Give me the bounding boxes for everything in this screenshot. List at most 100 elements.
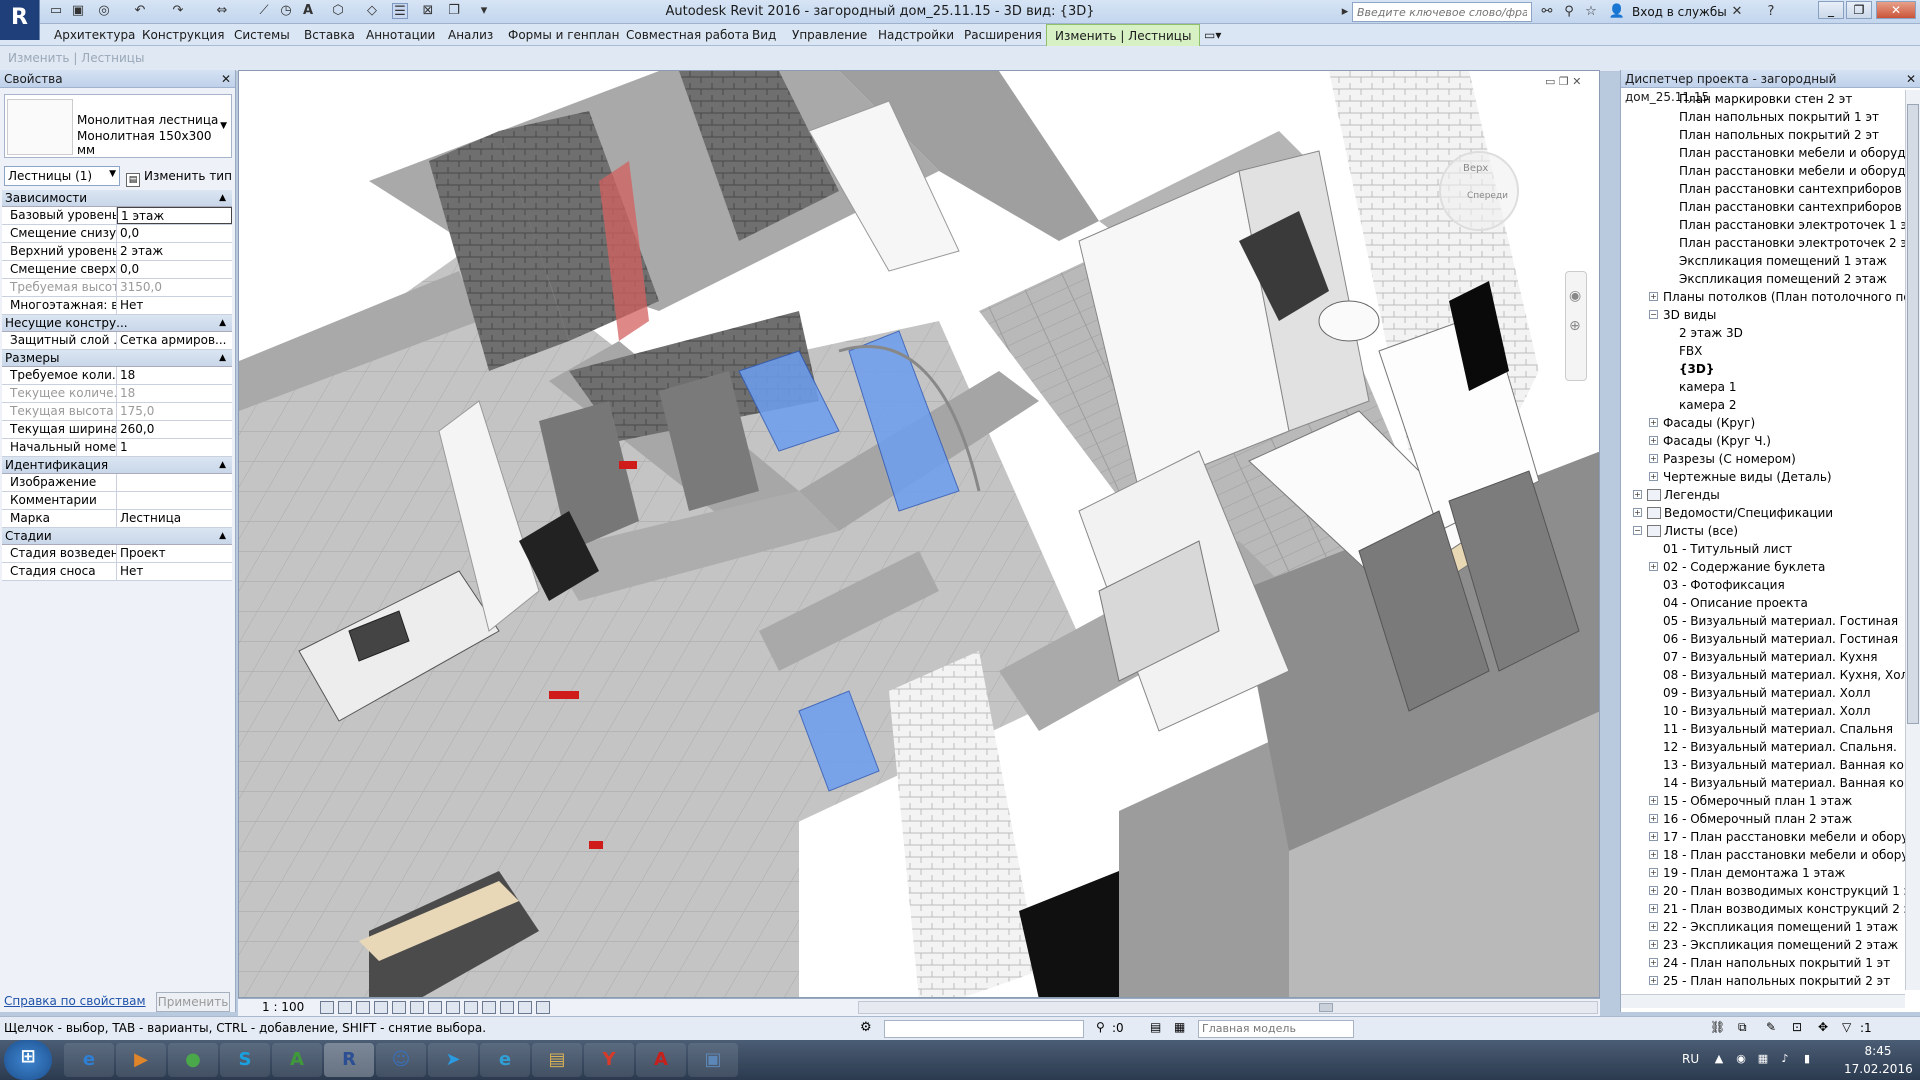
tree-item[interactable]: {3D}: [1679, 360, 1714, 378]
collapse-chevron-icon[interactable]: ▲: [219, 350, 226, 367]
tab-manage[interactable]: Управление: [784, 24, 875, 46]
property-value[interactable]: Лестница: [117, 510, 232, 527]
measure-icon[interactable]: ⇔: [214, 3, 230, 19]
tree-item[interactable]: 09 - Визуальный материал. Холл: [1663, 684, 1871, 702]
property-row[interactable]: Стадия возведенияПроект: [2, 545, 232, 563]
property-group-header[interactable]: Размеры ▲: [2, 350, 232, 367]
sign-in-label[interactable]: Вход в службы: [1632, 0, 1727, 24]
media-player-icon[interactable]: ▶: [116, 1043, 166, 1077]
viewport-horizontal-scrollbar[interactable]: [858, 1001, 1598, 1014]
collapse-icon[interactable]: −: [1633, 526, 1642, 535]
expand-icon[interactable]: +: [1649, 850, 1658, 859]
property-row[interactable]: Текущая высота ... 175,0: [2, 403, 232, 421]
view-window-controls-icon[interactable]: ▭ ❐ ✕: [1545, 75, 1581, 88]
property-value[interactable]: [117, 474, 232, 491]
ie-icon-2[interactable]: e: [480, 1043, 530, 1077]
section-icon[interactable]: ◇: [364, 3, 380, 19]
property-value[interactable]: Проект: [117, 545, 232, 562]
properties-help-link[interactable]: Справка по свойствам: [4, 994, 146, 1008]
property-value[interactable]: 260,0: [117, 421, 232, 438]
tab-collaborate[interactable]: Совместная работа: [618, 24, 757, 46]
tab-insert[interactable]: Вставка: [296, 24, 363, 46]
tree-item[interactable]: 22 - Экспликация помещений 1 этаж: [1663, 918, 1898, 936]
tree-item[interactable]: Экспликация помещений 2 этаж: [1679, 270, 1887, 288]
save-icon[interactable]: ▣: [70, 3, 86, 19]
tree-item[interactable]: 25 - План напольных покрытий 2 эт: [1663, 972, 1890, 990]
sun-path-icon[interactable]: [356, 1001, 370, 1014]
expand-icon[interactable]: +: [1649, 922, 1658, 931]
tab-extensions[interactable]: Расширения: [956, 24, 1050, 46]
3d-view-icon[interactable]: ⬡: [330, 3, 346, 19]
tray-signal-icon[interactable]: ▮: [1800, 1052, 1814, 1066]
workset-select[interactable]: [884, 1020, 1084, 1038]
tree-item[interactable]: 17 - План расстановки мебели и оборудов: [1663, 828, 1905, 846]
edit-type-button[interactable]: ▤ Изменить тип: [126, 166, 232, 187]
viewcube[interactable]: Верх Спереди: [1439, 151, 1519, 231]
tree-item[interactable]: 18 - План расстановки мебели и оборудов: [1663, 846, 1905, 864]
expand-icon[interactable]: +: [1633, 508, 1642, 517]
expand-icon[interactable]: +: [1649, 868, 1658, 877]
tray-arrow-icon[interactable]: ▲: [1712, 1052, 1726, 1066]
expand-icon[interactable]: +: [1633, 490, 1642, 499]
ie-icon[interactable]: e: [64, 1043, 114, 1077]
tree-item[interactable]: 21 - План возводимых конструкций 2 эт: [1663, 900, 1905, 918]
drag-on-selection-icon[interactable]: ✥: [1818, 1020, 1828, 1034]
tree-item[interactable]: План расстановки сантехприборов 1 э: [1679, 180, 1905, 198]
expand-icon[interactable]: +: [1649, 832, 1658, 841]
tag-icon[interactable]: ◷: [278, 3, 294, 19]
autocad-a-icon[interactable]: A: [272, 1043, 322, 1077]
type-selector[interactable]: Монолитная лестница Монолитная 150x300 м…: [4, 94, 232, 158]
window-icon[interactable]: ▣: [688, 1043, 738, 1077]
binoculars-icon[interactable]: ⚯: [1538, 3, 1556, 21]
property-value[interactable]: 1: [117, 439, 232, 456]
tree-item[interactable]: 23 - Экспликация помещений 2 этаж: [1663, 936, 1898, 954]
tab-annotate[interactable]: Аннотации: [358, 24, 443, 46]
tree-item[interactable]: 08 - Визуальный материал. Кухня, Холл: [1663, 666, 1905, 684]
clock-date[interactable]: 17.02.2016: [1844, 1062, 1913, 1076]
temp-hide-icon[interactable]: [464, 1001, 478, 1014]
tree-item[interactable]: 13 - Визуальный материал. Ванная комнат: [1663, 756, 1905, 774]
subscription-icon[interactable]: ⚲: [1560, 3, 1578, 21]
viewcube-top-label[interactable]: Верх: [1463, 163, 1488, 174]
tree-item[interactable]: Легенды: [1647, 486, 1720, 504]
expand-icon[interactable]: +: [1649, 958, 1658, 967]
select-by-face-icon[interactable]: ⊡: [1792, 1020, 1802, 1034]
tree-item[interactable]: 24 - План напольных покрытий 1 эт: [1663, 954, 1890, 972]
expand-icon[interactable]: +: [1649, 436, 1658, 445]
property-row[interactable]: Комментарии: [2, 492, 232, 510]
tree-item[interactable]: 06 - Визуальный материал. Гостиная: [1663, 630, 1898, 648]
tree-item[interactable]: 07 - Визуальный материал. Кухня: [1663, 648, 1877, 666]
property-value[interactable]: Сетка армиров...: [117, 332, 232, 349]
tree-item[interactable]: 03 - Фотофиксация: [1663, 576, 1785, 594]
property-row[interactable]: Изображение: [2, 474, 232, 492]
crop-view-icon[interactable]: [410, 1001, 424, 1014]
collapse-chevron-icon[interactable]: ▲: [219, 190, 226, 207]
highlight-displacement-icon[interactable]: [536, 1001, 550, 1014]
property-value[interactable]: 3150,0: [117, 279, 232, 296]
property-value[interactable]: 1 этаж: [117, 207, 232, 224]
tree-item[interactable]: 05 - Визуальный материал. Гостиная: [1663, 612, 1898, 630]
open-icon[interactable]: ▭: [48, 3, 64, 19]
aligned-dimension-icon[interactable]: ⟋: [256, 3, 272, 19]
property-value[interactable]: 175,0: [117, 403, 232, 420]
tree-item[interactable]: План расстановки сантехприборов 2 э: [1679, 198, 1905, 216]
collapse-chevron-icon[interactable]: ▲: [219, 315, 226, 332]
scroll-thumb[interactable]: [1319, 1003, 1333, 1012]
property-row[interactable]: Текущая ширина...260,0: [2, 421, 232, 439]
text-icon[interactable]: A: [300, 3, 316, 19]
customize-qat-icon[interactable]: ▾: [476, 3, 492, 19]
acrobat-icon[interactable]: A: [636, 1043, 686, 1077]
tree-item[interactable]: План напольных покрытий 2 эт: [1679, 126, 1879, 144]
tree-item[interactable]: План расстановки электроточек 2 эта: [1679, 234, 1905, 252]
tree-item[interactable]: Разрезы (С номером): [1663, 450, 1796, 468]
instance-filter-select[interactable]: Лестницы (1) ▼: [4, 166, 120, 186]
yandex-icon[interactable]: Y: [584, 1043, 634, 1077]
revit-icon[interactable]: R: [324, 1043, 374, 1077]
minimize-button[interactable]: _: [1818, 1, 1844, 19]
expand-icon[interactable]: +: [1649, 904, 1658, 913]
design-options-icon[interactable]: ▦: [1174, 1020, 1185, 1034]
clock-time[interactable]: 8:45: [1848, 1044, 1908, 1058]
tab-view[interactable]: Вид: [744, 24, 784, 46]
view-scale[interactable]: 1 : 100: [262, 1000, 304, 1014]
tree-item[interactable]: 11 - Визуальный материал. Спальня: [1663, 720, 1893, 738]
